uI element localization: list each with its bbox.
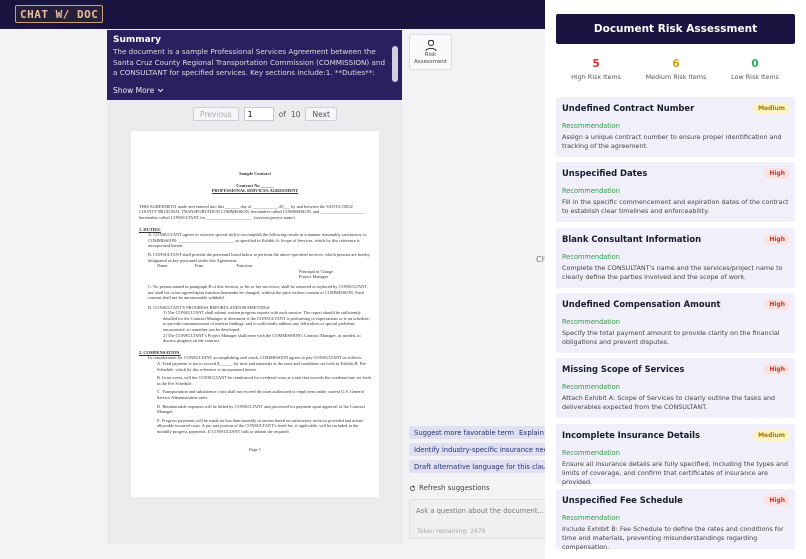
doc-page-footer: Page 1 [249,446,261,452]
document-page: Sample Contract Contract No.______ PROFE… [131,131,379,497]
suggestion-chip[interactable]: Suggest more favorable terms [409,426,523,439]
page-of-label: of [278,109,286,119]
summary-text: The document is a sample Professional Se… [113,47,386,79]
risk-assessment-tab[interactable]: Risk Assessment [409,34,452,70]
page-total: 10 [290,109,301,119]
recommendation-label: Recommendation [562,253,620,261]
stat-low: 0 Low Risk Items [715,58,795,81]
doc-personnel-function: Project Manager [299,274,329,280]
suggestion-chip[interactable]: Identify industry-specific insurance nee… [409,443,561,456]
doc-paragraph: B. CONSULTANT shall provide the personne… [148,251,370,263]
risk-item-title: Blank Consultant Information [562,234,702,244]
recommendation-text: Ensure all insurance details are fully s… [562,460,789,486]
stat-label: Low Risk Items [731,73,779,81]
recommendation-text: Complete the CONSULTANT's name and the s… [562,264,783,281]
recommendation-label: Recommendation [562,187,620,195]
risk-stats: 5 High Risk Items 6 Medium Risk Items 0 … [556,58,795,88]
risk-item-title: Undefined Compensation Amount [562,299,721,309]
show-more-button[interactable]: Show More [113,86,164,95]
recommendation-text: Attach Exhibit A: Scope of Services to c… [562,394,776,411]
summary-scrollbar[interactable] [392,46,398,82]
risk-level-badge: High [764,234,790,245]
risk-tab-label-2: Assessment [414,58,447,65]
doc-paragraph: C. Transportation and subsistence costs … [157,389,364,400]
doc-paragraph: 1) The CONSULTANT shall submit written p… [163,310,370,333]
document-viewer: Previous of 10 Next Sample Contract Cont… [107,100,402,544]
doc-intro: THIS AGREEMENT made and entered into thi… [139,203,366,220]
chevron-down-icon [157,88,164,93]
doc-paragraph: C. No person named in paragraph B of thi… [148,283,368,301]
recommendation-label: Recommendation [562,514,620,522]
recommendation-text: Specify the total payment amount to prov… [562,329,780,346]
recommendation-label: Recommendation [562,383,620,391]
refresh-label: Refresh suggestions [419,484,490,492]
risk-item[interactable]: Missing Scope of Services High Recommend… [556,358,795,418]
recommendation-label: Recommendation [562,449,620,457]
doc-paragraph: E. Progress payments will be made no les… [157,417,363,434]
risk-item[interactable]: Undefined Contract Number Medium Recomme… [556,97,795,157]
risk-level-badge: High [764,495,790,506]
suggestion-chip[interactable]: Explain a [514,426,545,439]
doc-paragraph: A. CONSULTANT agrees to exercise special… [148,232,367,249]
doc-agreement-title: PROFESSIONAL SERVICES AGREEMENT [211,188,299,194]
risk-item[interactable]: Incomplete Insurance Details Medium Reco… [556,424,795,486]
recommendation-label: Recommendation [562,122,620,130]
risk-level-badge: High [764,364,790,375]
page-number-input[interactable] [243,107,274,121]
show-more-label: Show More [113,86,155,95]
stat-high: 5 High Risk Items [556,58,636,81]
doc-paragraph: A. Total payment is not to exceed $_____… [157,361,366,372]
previous-page-button[interactable]: Previous [193,107,239,121]
stat-label: Medium Risk Items [645,73,707,81]
next-page-button[interactable]: Next [305,107,337,121]
stat-medium: 6 Medium Risk Items [636,58,716,81]
shield-user-icon [425,39,436,52]
tokens-remaining: Token remaining: 2479 [417,528,486,535]
summary-title: Summary [113,35,162,45]
risk-item[interactable]: Unspecified Fee Schedule High Recommenda… [556,489,795,551]
risk-item-title: Unspecified Fee Schedule [562,495,683,505]
stat-count: 0 [751,58,759,70]
recommendation-label: Recommendation [562,318,620,326]
risk-assessment-drawer: Document Risk Assessment 5 High Risk Ite… [545,0,806,559]
risk-item-title: Missing Scope of Services [562,364,685,374]
risk-item[interactable]: Blank Consultant Information High Recomm… [556,228,795,288]
doc-paragraph: 2) The CONSULTANT's Project Manager shal… [163,332,361,344]
chat-input-box: Token remaining: 2479 [409,499,547,539]
refresh-icon [409,484,416,491]
doc-paragraph: B. In no event, will the CONSULTANT be r… [157,375,371,386]
risk-item[interactable]: Unspecified Dates High Recommendation Fi… [556,162,795,222]
pagination: Previous of 10 Next [193,107,337,121]
app-logo[interactable]: CHAT W/ DOC [15,5,104,23]
summary-panel: Summary The document is a sample Profess… [107,30,402,100]
stat-count: 5 [592,58,600,70]
risk-item-title: Unspecified Dates [562,168,648,178]
drawer-title: Document Risk Assessment [556,14,795,44]
recommendation-text: Assign a unique contract number to ensur… [562,133,782,150]
stat-count: 6 [672,58,680,70]
risk-level-badge: Medium [753,430,790,441]
recommendation-text: Fill in the specific commencement and ex… [562,198,789,215]
stat-label: High Risk Items [571,73,621,81]
chat-question-input[interactable] [416,505,544,517]
doc-heading: Sample Contract [239,171,271,176]
recommendation-text: Include Exhibit B: Fee Schedule to defin… [562,525,784,551]
risk-level-badge: High [764,168,790,179]
refresh-suggestions-button[interactable]: Refresh suggestions [409,484,490,492]
doc-paragraph: D. Reimbursable expenses will be billed … [157,403,366,415]
risk-level-badge: Medium [753,103,790,114]
suggestion-chip[interactable]: Draft alternative language for this clau… [409,460,559,473]
risk-item[interactable]: Undefined Compensation Amount High Recom… [556,293,795,353]
risk-level-badge: High [764,299,790,310]
